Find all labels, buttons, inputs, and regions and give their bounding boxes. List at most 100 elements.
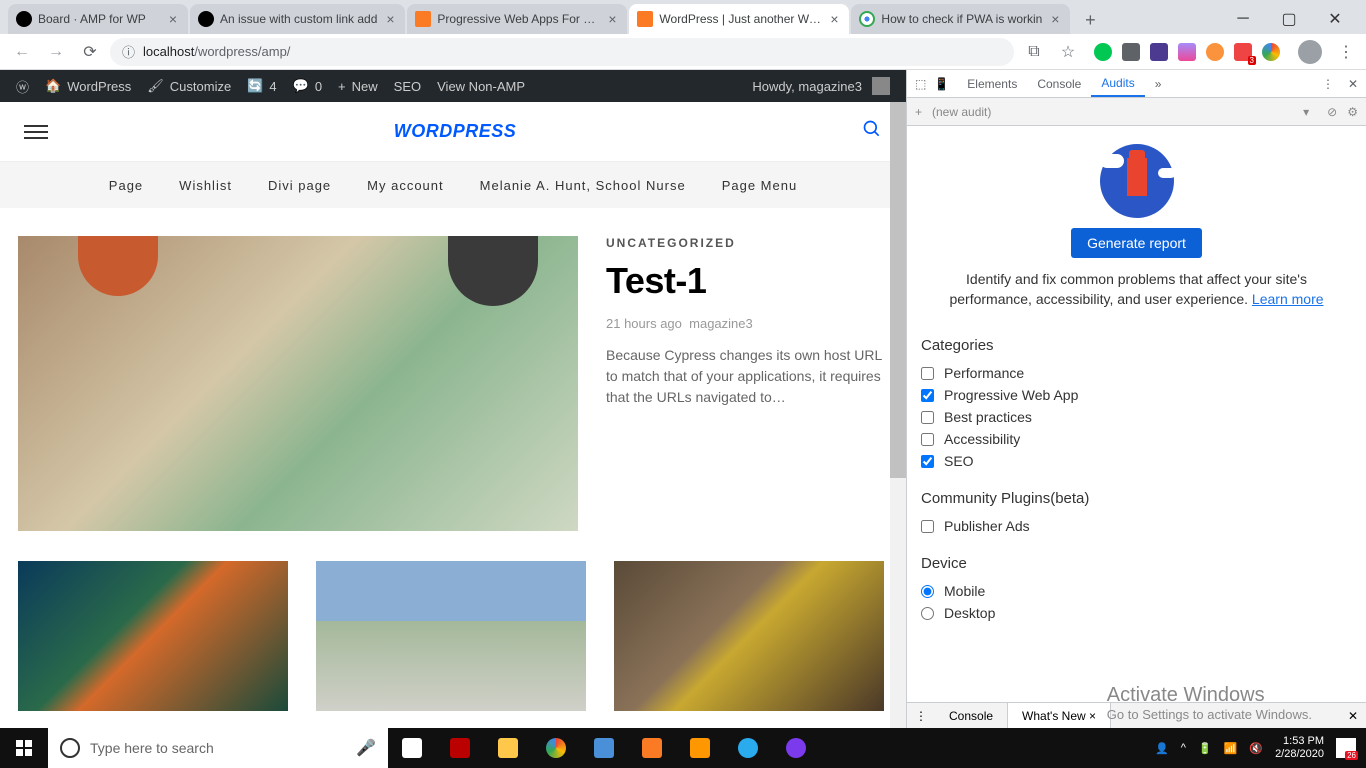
feather-icon[interactable] bbox=[1178, 43, 1196, 61]
open-new-window-icon[interactable]: ⧉ bbox=[1020, 38, 1048, 66]
close-icon[interactable]: × bbox=[166, 12, 180, 26]
action-center-button[interactable]: 26 bbox=[1336, 738, 1356, 758]
devtools-settings-icon[interactable]: ⋮ bbox=[1316, 77, 1340, 91]
wp-site-name[interactable]: 🏠WordPress bbox=[37, 70, 139, 102]
taskbar-telegram[interactable] bbox=[724, 728, 772, 768]
nav-divi[interactable]: Divi page bbox=[268, 178, 331, 193]
drawer-menu-icon[interactable]: ⋮ bbox=[907, 709, 935, 723]
taskbar-filezilla[interactable] bbox=[436, 728, 484, 768]
wp-new[interactable]: +New bbox=[330, 70, 386, 102]
chrome-extension-icon[interactable] bbox=[1262, 43, 1280, 61]
taskbar-notepad[interactable] bbox=[580, 728, 628, 768]
browser-tab-3[interactable]: WordPress | Just another Word× bbox=[629, 4, 849, 34]
close-icon[interactable]: × bbox=[605, 12, 619, 26]
close-icon[interactable]: × bbox=[1089, 709, 1096, 723]
audit-dropdown[interactable]: (new audit)▾ bbox=[932, 105, 1317, 119]
page-scrollbar[interactable] bbox=[890, 102, 906, 728]
devtools-tab-audits[interactable]: Audits bbox=[1091, 70, 1144, 97]
start-button[interactable] bbox=[0, 728, 48, 768]
post-title[interactable]: Test-1 bbox=[606, 260, 888, 302]
profile-avatar[interactable] bbox=[1298, 40, 1322, 64]
task-view-button[interactable] bbox=[388, 728, 436, 768]
wp-logo-menu[interactable]: ⓦ bbox=[8, 70, 37, 102]
maximize-button[interactable]: ▢ bbox=[1266, 4, 1312, 34]
wp-updates[interactable]: 🔄4 bbox=[239, 70, 284, 102]
volume-icon[interactable]: 🔇 bbox=[1249, 742, 1263, 755]
gear-icon[interactable]: ⚙ bbox=[1347, 105, 1358, 119]
taskbar-search[interactable]: Type here to search 🎤 bbox=[48, 728, 388, 768]
devtools-tab-more[interactable]: » bbox=[1145, 70, 1172, 97]
orange-extension-icon[interactable] bbox=[1206, 43, 1224, 61]
wifi-icon[interactable]: 📶 bbox=[1224, 742, 1238, 755]
browser-tab-1[interactable]: An issue with custom link add× bbox=[190, 4, 405, 34]
device-mobile[interactable]: Mobile bbox=[921, 580, 1352, 602]
adblock-icon[interactable]: 3 bbox=[1234, 43, 1252, 61]
close-window-button[interactable]: ✕ bbox=[1312, 4, 1358, 34]
reload-button[interactable]: ⟳ bbox=[76, 38, 104, 66]
generate-report-button[interactable]: Generate report bbox=[1071, 228, 1202, 258]
site-title[interactable]: WORDPRESS bbox=[394, 121, 517, 142]
post-thumbnail-2[interactable] bbox=[316, 561, 586, 711]
taskbar-app[interactable] bbox=[772, 728, 820, 768]
tray-chevron-up-icon[interactable]: ^ bbox=[1181, 742, 1186, 754]
post-thumbnail-3[interactable] bbox=[614, 561, 884, 711]
taskbar-xampp[interactable] bbox=[628, 728, 676, 768]
drawer-tab-whatsnew[interactable]: What's New × bbox=[1008, 703, 1111, 728]
category-performance[interactable]: Performance bbox=[921, 362, 1352, 384]
clear-icon[interactable]: ⊘ bbox=[1327, 105, 1337, 119]
device-desktop[interactable]: Desktop bbox=[921, 602, 1352, 624]
new-tab-button[interactable]: + bbox=[1076, 6, 1104, 34]
inspect-element-icon[interactable]: ⬚ bbox=[915, 77, 926, 91]
grammarly-icon[interactable] bbox=[1094, 43, 1112, 61]
wp-howdy[interactable]: Howdy, magazine3 bbox=[744, 70, 898, 102]
nav-pagemenu[interactable]: Page Menu bbox=[722, 178, 798, 193]
plugin-publisher-ads[interactable]: Publisher Ads bbox=[921, 515, 1352, 537]
taskbar-sublime[interactable] bbox=[676, 728, 724, 768]
people-icon[interactable]: 👤 bbox=[1155, 742, 1169, 755]
hero-post-image[interactable] bbox=[18, 236, 578, 531]
wp-comments[interactable]: 💬0 bbox=[285, 70, 330, 102]
wp-seo[interactable]: SEO bbox=[386, 70, 429, 102]
battery-icon[interactable]: 🔋 bbox=[1198, 742, 1212, 755]
taskbar-explorer[interactable] bbox=[484, 728, 532, 768]
bookmark-star-icon[interactable]: ☆ bbox=[1054, 38, 1082, 66]
minimize-button[interactable]: ─ bbox=[1220, 4, 1266, 34]
category-seo[interactable]: SEO bbox=[921, 450, 1352, 472]
close-icon[interactable]: × bbox=[827, 12, 841, 26]
category-pwa[interactable]: Progressive Web App bbox=[921, 384, 1352, 406]
taskbar-chrome[interactable] bbox=[532, 728, 580, 768]
learn-more-link[interactable]: Learn more bbox=[1252, 291, 1324, 307]
post-category[interactable]: UNCATEGORIZED bbox=[606, 236, 888, 250]
post-thumbnail-1[interactable] bbox=[18, 561, 288, 711]
wp-view-nonamp[interactable]: View Non-AMP bbox=[429, 70, 533, 102]
browser-tab-2[interactable]: Progressive Web Apps For WP× bbox=[407, 4, 627, 34]
forward-button[interactable]: → bbox=[42, 38, 70, 66]
browser-tab-0[interactable]: Board · AMP for WP× bbox=[8, 4, 188, 34]
nav-wishlist[interactable]: Wishlist bbox=[179, 178, 232, 193]
z-extension-icon[interactable] bbox=[1150, 43, 1168, 61]
nav-page[interactable]: Page bbox=[109, 178, 143, 193]
browser-tab-4[interactable]: How to check if PWA is workin× bbox=[851, 4, 1070, 34]
camera-icon[interactable] bbox=[1122, 43, 1140, 61]
close-icon[interactable]: × bbox=[1048, 12, 1062, 26]
category-accessibility[interactable]: Accessibility bbox=[921, 428, 1352, 450]
site-info-icon[interactable]: ⓘ bbox=[122, 42, 135, 61]
search-icon[interactable] bbox=[862, 119, 882, 145]
new-audit-plus-icon[interactable]: + bbox=[915, 105, 922, 119]
back-button[interactable]: ← bbox=[8, 38, 36, 66]
category-bestpractices[interactable]: Best practices bbox=[921, 406, 1352, 428]
devtools-tab-console[interactable]: Console bbox=[1027, 70, 1091, 97]
nav-account[interactable]: My account bbox=[367, 178, 443, 193]
mic-icon[interactable]: 🎤 bbox=[356, 738, 376, 758]
wp-customize[interactable]: 🖌Customize bbox=[139, 70, 239, 102]
menu-button[interactable] bbox=[24, 121, 48, 143]
address-bar[interactable]: ⓘ localhost/wordpress/amp/ bbox=[110, 38, 1014, 66]
close-icon[interactable]: × bbox=[383, 12, 397, 26]
browser-menu-button[interactable]: ⋮ bbox=[1334, 42, 1358, 62]
nav-melanie[interactable]: Melanie A. Hunt, School Nurse bbox=[480, 178, 686, 193]
taskbar-clock[interactable]: 1:53 PM 2/28/2020 bbox=[1275, 735, 1324, 761]
devtools-tab-elements[interactable]: Elements bbox=[957, 70, 1027, 97]
drawer-tab-console[interactable]: Console bbox=[935, 703, 1008, 728]
devtools-close-button[interactable]: ✕ bbox=[1340, 77, 1366, 91]
device-toggle-icon[interactable]: 📱 bbox=[934, 77, 949, 91]
